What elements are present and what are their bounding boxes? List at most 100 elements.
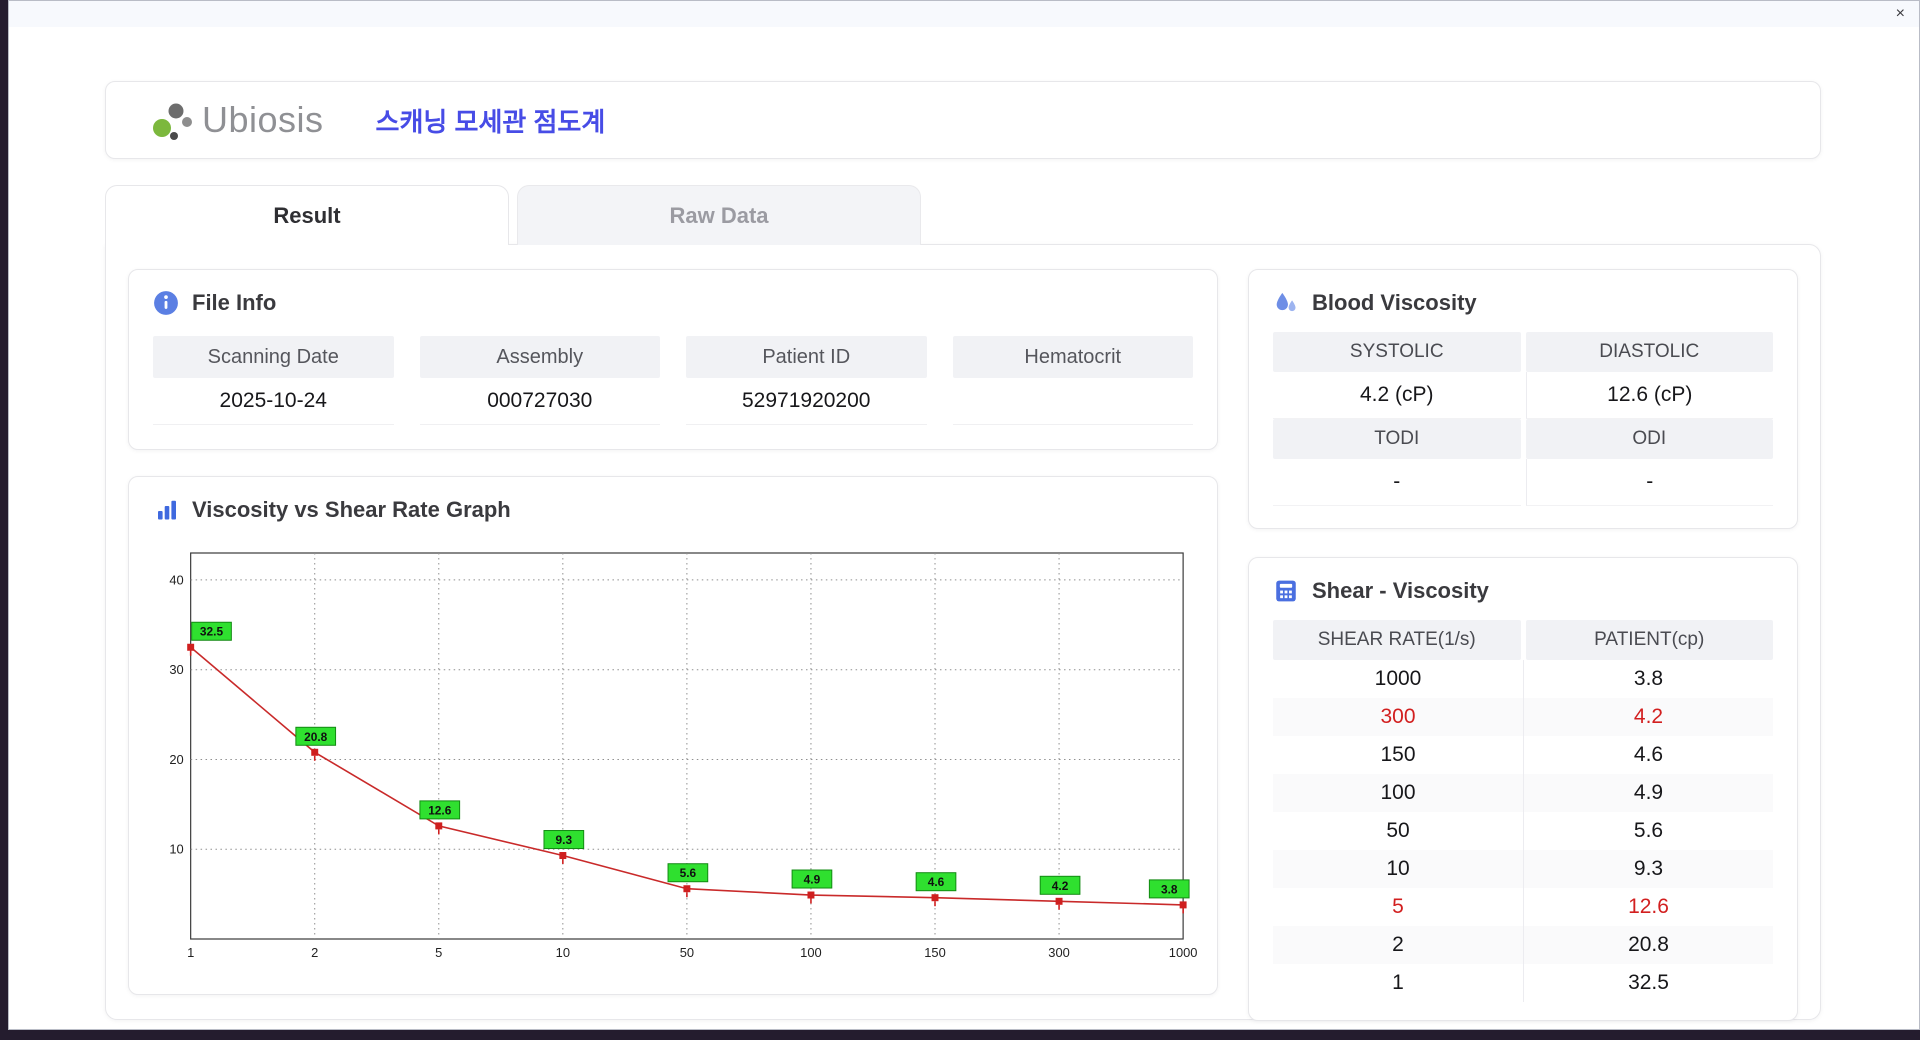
shear-table-row: 10 9.3	[1273, 850, 1773, 888]
svg-text:10: 10	[556, 945, 570, 960]
patient-column-header: PATIENT(cp)	[1525, 620, 1773, 660]
field-label: Assembly	[419, 336, 660, 378]
file-info-fields: Scanning Date 2025-10-24 Assembly 000727…	[153, 336, 1193, 425]
svg-text:4.6: 4.6	[928, 875, 945, 889]
graph-section: Viscosity vs Shear Rate Graph 10 20 30 40 1 2…	[128, 476, 1218, 995]
patient-cp-cell: 3.8	[1523, 660, 1773, 698]
svg-text:2: 2	[311, 945, 318, 960]
shear-rate-column-header: SHEAR RATE(1/s)	[1273, 620, 1521, 660]
svg-text:4.2: 4.2	[1052, 879, 1069, 893]
tab-raw-data[interactable]: Raw Data	[517, 185, 921, 245]
svg-text:32.5: 32.5	[200, 625, 224, 639]
patient-cp-cell: 9.3	[1523, 850, 1773, 888]
systolic-label: SYSTOLIC	[1273, 332, 1521, 372]
shear-table-row: 150 4.6	[1273, 736, 1773, 774]
shear-viscosity-header: Shear - Viscosity	[1273, 578, 1773, 604]
chart-area: 10 20 30 40 1 2 5 10 50 100 150 300 1000 32.5 20.8 12.6…	[147, 537, 1199, 980]
svg-text:20: 20	[169, 752, 183, 767]
shear-table-row: 50 5.6	[1273, 812, 1773, 850]
field-value: 2025-10-24	[153, 378, 394, 425]
shear-rate-cell: 50	[1386, 819, 1410, 842]
blood-viscosity-title: Blood Viscosity	[1312, 290, 1477, 315]
odi-value: -	[1525, 459, 1773, 506]
patient-cp-cell: 4.9	[1523, 774, 1773, 812]
blood-viscosity-header: Blood Viscosity	[1273, 290, 1773, 316]
right-column: Blood Viscosity SYSTOLIC DIASTOLIC 4.2 (…	[1248, 269, 1798, 1021]
logo-text: Ubiosis	[202, 99, 324, 140]
blood-viscosity-grid: SYSTOLIC DIASTOLIC 4.2 (cP) 12.6 (cP) TO…	[1273, 332, 1773, 506]
todi-label: TODI	[1273, 419, 1521, 459]
shear-rate-cell: 1	[1392, 971, 1404, 994]
patient-cp-cell: 32.5	[1523, 964, 1773, 1002]
field-scanning-date: Scanning Date 2025-10-24	[153, 336, 394, 425]
svg-text:30: 30	[169, 662, 183, 677]
result-panel: File Info Scanning Date 2025-10-24 Assem…	[105, 244, 1821, 1021]
svg-text:9.3: 9.3	[556, 833, 573, 847]
shear-rate-cell: 1000	[1374, 667, 1422, 690]
tab-result[interactable]: Result	[105, 185, 509, 245]
svg-text:3.8: 3.8	[1161, 882, 1178, 896]
patient-cp-cell: 20.8	[1523, 926, 1773, 964]
info-icon	[154, 291, 178, 315]
svg-text:40: 40	[169, 572, 183, 587]
graph-header: Viscosity vs Shear Rate Graph	[155, 497, 1199, 523]
shear-rate-cell: 150	[1380, 743, 1416, 766]
diastolic-value: 12.6 (cP)	[1525, 372, 1773, 419]
shear-viscosity-title: Shear - Viscosity	[1312, 578, 1489, 603]
patient-cp-cell: 12.6	[1523, 888, 1773, 926]
svg-text:1000: 1000	[1169, 945, 1198, 960]
file-info-section: File Info Scanning Date 2025-10-24 Assem…	[128, 269, 1218, 450]
patient-cp-cell: 4.6	[1523, 736, 1773, 774]
field-label: Hematocrit	[952, 336, 1193, 378]
title-bar: ×	[9, 1, 1919, 27]
shear-table-row: 300 4.2	[1273, 698, 1773, 736]
field-value	[952, 378, 1193, 425]
graph-title: Viscosity vs Shear Rate Graph	[192, 497, 511, 522]
svg-text:5: 5	[435, 945, 442, 960]
svg-text:5.6: 5.6	[680, 866, 697, 880]
app-content: Ubiosis 스캐닝 모세관 점도계 Result Raw Data File…	[9, 27, 1919, 1021]
svg-text:12.6: 12.6	[428, 803, 452, 817]
svg-text:300: 300	[1048, 945, 1070, 960]
calculator-icon	[1276, 580, 1296, 602]
page-title: 스캐닝 모세관 점도계	[375, 106, 606, 137]
patient-cp-cell: 4.2	[1523, 698, 1773, 736]
shear-rate-cell: 10	[1386, 857, 1410, 880]
shear-table-header: SHEAR RATE(1/s) PATIENT(cp)	[1273, 620, 1773, 660]
patient-cp-cell: 5.6	[1523, 812, 1773, 850]
ubiosis-logo: Ubiosis	[150, 97, 324, 143]
diastolic-label: DIASTOLIC	[1525, 332, 1773, 372]
todi-value: -	[1273, 459, 1521, 506]
svg-text:1: 1	[187, 945, 194, 960]
shear-table-row: 1 32.5	[1273, 964, 1773, 1002]
field-patient-id: Patient ID 52971920200	[686, 336, 927, 425]
close-icon[interactable]: ×	[1896, 6, 1905, 22]
droplet-icon	[1276, 292, 1296, 312]
field-value: 52971920200	[686, 378, 927, 425]
field-label: Scanning Date	[153, 336, 394, 378]
ubiosis-logo-icon	[153, 103, 192, 140]
app-window: × Ubiosis 스캐닝 모세관 점도계 Result Raw Data Fi…	[8, 0, 1920, 1030]
svg-text:4.9: 4.9	[804, 872, 821, 886]
shear-viscosity-rows: 1000 3.8 300 4.2 150 4.6 100 4.9 50 5.6 10 9.3 5 12.6…	[1273, 660, 1773, 1002]
header: Ubiosis 스캐닝 모세관 점도계	[105, 81, 1821, 159]
shear-rate-cell: 5	[1392, 895, 1404, 918]
file-info-title: File Info	[192, 290, 277, 315]
tab-bar: Result Raw Data	[105, 185, 1919, 245]
field-hematocrit: Hematocrit	[952, 336, 1193, 425]
left-column: File Info Scanning Date 2025-10-24 Assem…	[128, 269, 1218, 995]
shear-viscosity-section: Shear - Viscosity SHEAR RATE(1/s) PATIEN…	[1248, 557, 1798, 1021]
shear-rate-cell: 2	[1392, 933, 1404, 956]
svg-text:150: 150	[924, 945, 946, 960]
svg-text:50: 50	[680, 945, 694, 960]
shear-table-row: 5 12.6	[1273, 888, 1773, 926]
shear-rate-cell: 100	[1380, 781, 1416, 804]
shear-table-row: 1000 3.8	[1273, 660, 1773, 698]
field-value: 000727030	[419, 378, 660, 425]
svg-text:100: 100	[800, 945, 822, 960]
field-assembly: Assembly 000727030	[419, 336, 660, 425]
field-label: Patient ID	[686, 336, 927, 378]
odi-label: ODI	[1525, 419, 1773, 459]
shear-rate-cell: 300	[1380, 705, 1416, 728]
blood-viscosity-section: Blood Viscosity SYSTOLIC DIASTOLIC 4.2 (…	[1248, 269, 1798, 529]
